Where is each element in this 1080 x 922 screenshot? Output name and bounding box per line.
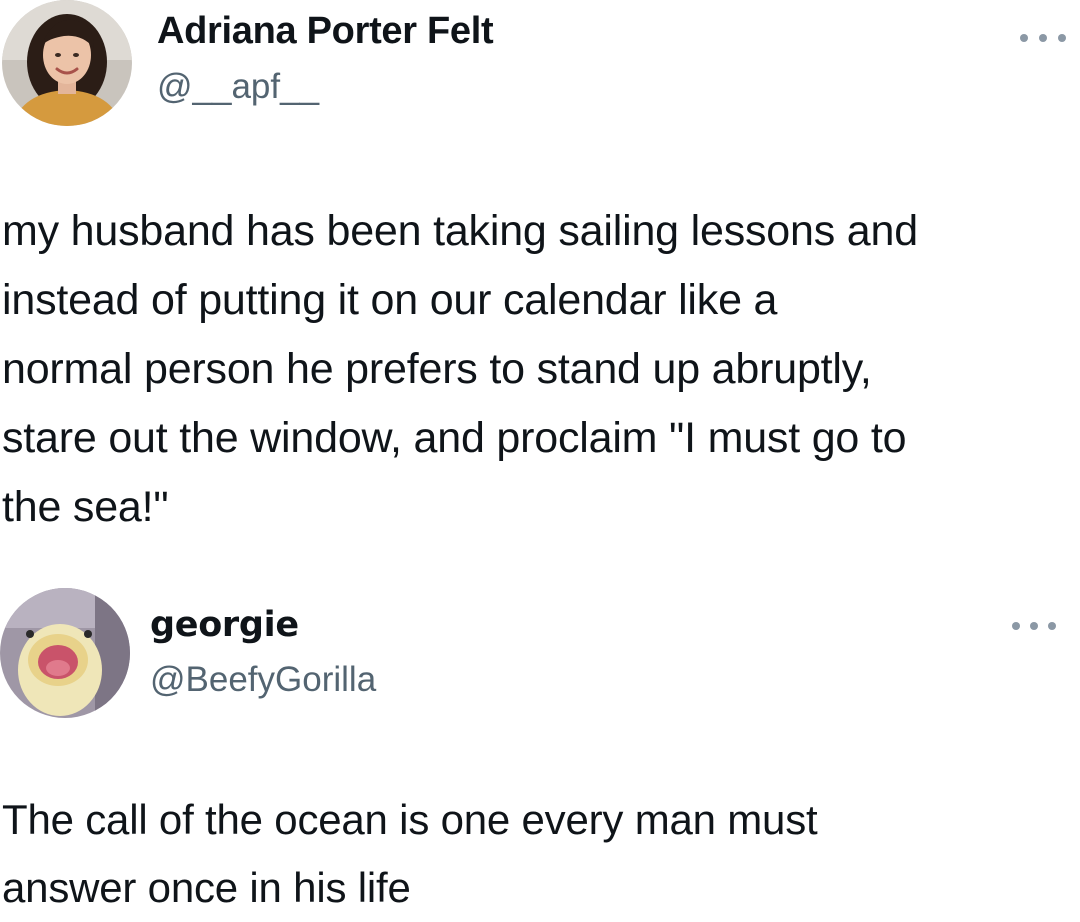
tweet-text: The call of the ocean is one every man m… [2,796,818,911]
more-horizontal-icon [1012,622,1020,630]
author-display-name[interactable]: Adriana Porter Felt [157,10,494,53]
more-horizontal-icon-dot [1039,34,1047,42]
more-horizontal-icon-dot [1030,622,1038,630]
tweet: georgie @BeefyGorilla The call of the oc… [0,580,1080,911]
more-options-button[interactable] [1012,616,1056,636]
tweet: Adriana Porter Felt @__apf__ my husband … [0,0,1080,560]
author-handle[interactable]: @BeefyGorilla [150,660,376,700]
tweet-text: my husband has been taking sailing lesso… [2,207,918,531]
author-display-name[interactable]: georgie [150,605,299,645]
duck-photo-avatar-icon [0,588,130,718]
more-horizontal-icon-dot [1058,34,1066,42]
avatar[interactable] [0,588,130,718]
more-options-button[interactable] [1020,28,1066,48]
more-horizontal-icon-dot [1048,622,1056,630]
avatar[interactable] [2,0,132,126]
person-photo-avatar-icon [2,0,132,126]
more-horizontal-icon [1020,34,1028,42]
author-handle[interactable]: @__apf__ [157,67,319,107]
